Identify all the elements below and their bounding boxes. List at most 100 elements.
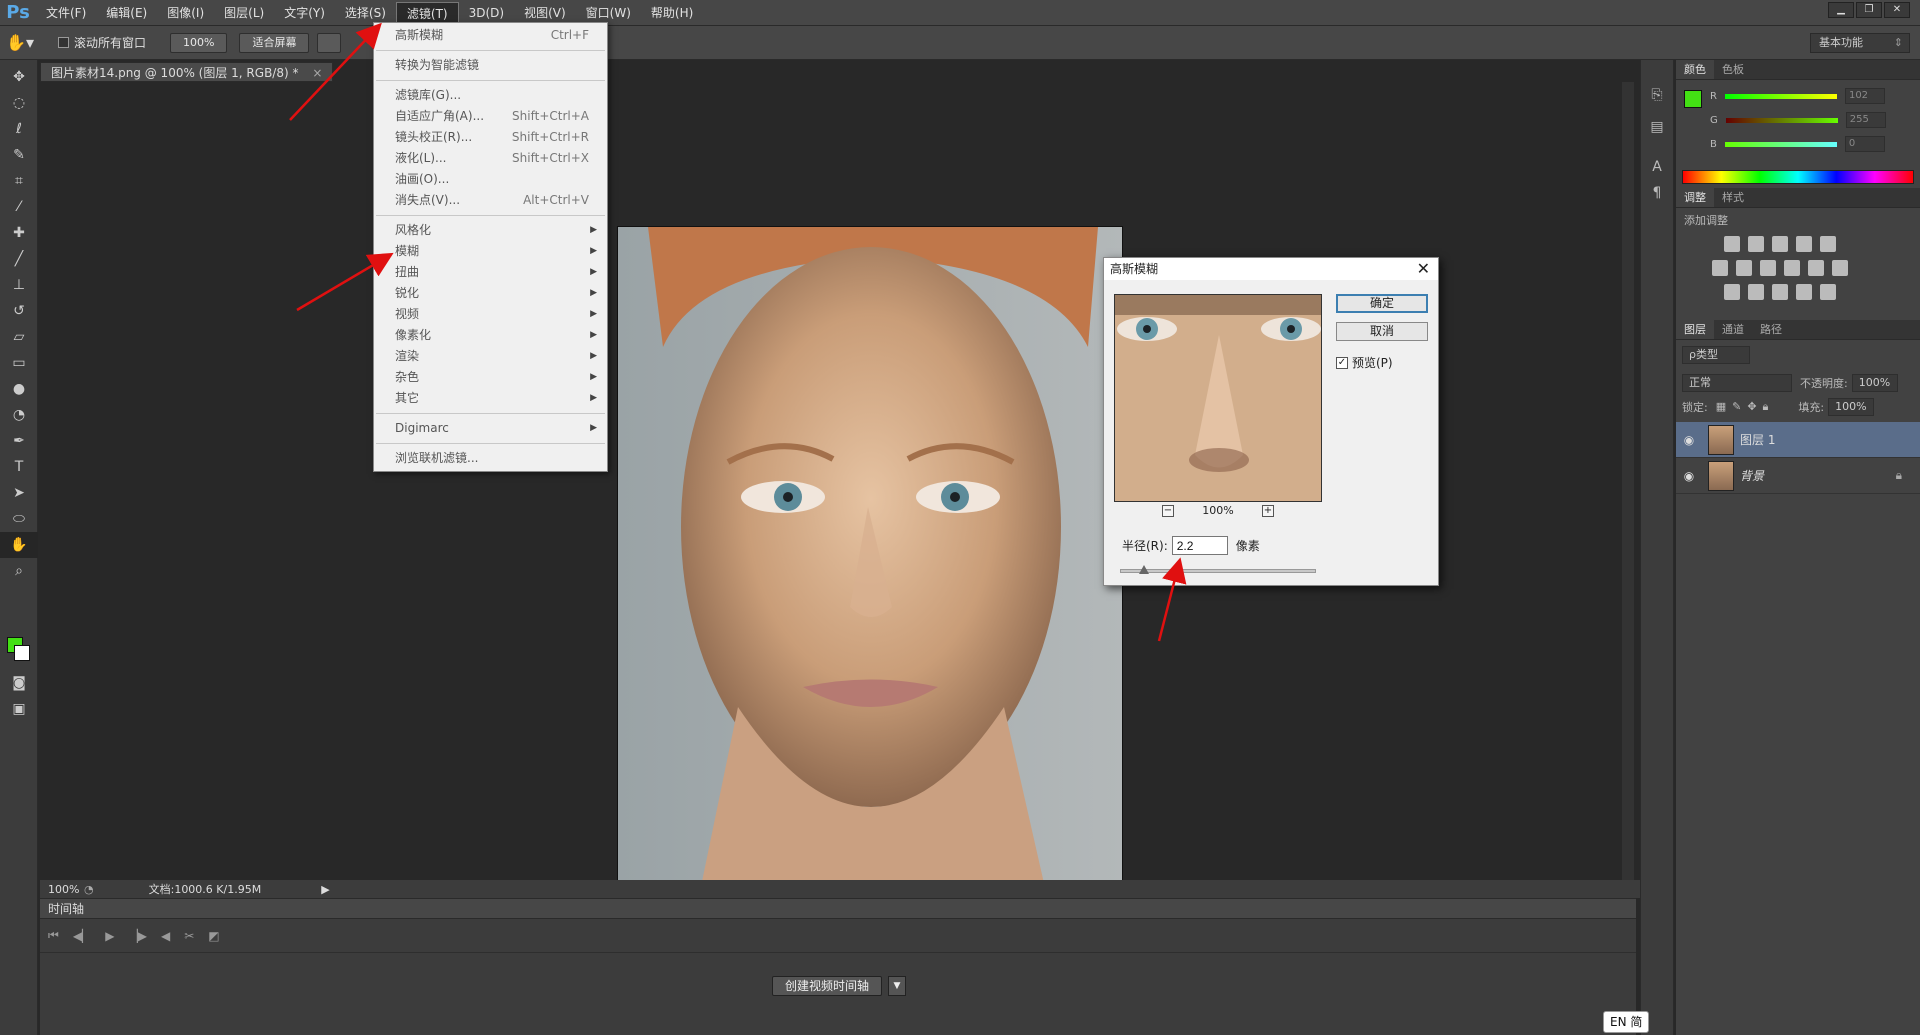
menu-3d[interactable]: 3D(D) <box>459 2 514 24</box>
dialog-titlebar[interactable]: 高斯模糊 ✕ <box>1104 258 1438 280</box>
zoom-out-icon[interactable]: − <box>1162 504 1174 517</box>
eyedropper-tool-icon[interactable]: ⁄ <box>0 194 38 220</box>
status-menu-arrow-icon[interactable]: ▶ <box>321 883 329 896</box>
healing-brush-tool-icon[interactable]: ✚ <box>0 220 38 246</box>
menu-help[interactable]: 帮助(H) <box>641 2 703 24</box>
red-slider[interactable] <box>1724 93 1837 99</box>
scroll-all-windows-checkbox[interactable]: 滚动所有窗口 <box>58 34 146 51</box>
curves-icon[interactable] <box>1772 236 1788 252</box>
tab-color[interactable]: 颜色 <box>1676 60 1714 79</box>
close-icon[interactable]: ✕ <box>1884 2 1910 18</box>
screen-mode-icon[interactable]: ▣ <box>0 696 38 722</box>
filter-menu-item[interactable]: 消失点(V)... Alt+Ctrl+V <box>374 190 607 211</box>
character-icon[interactable]: A <box>1641 154 1673 180</box>
filter-menu-item[interactable]: 视频 ▶ <box>374 304 607 325</box>
check-icon[interactable]: ✓ <box>1336 356 1348 369</box>
red-value[interactable]: 102 <box>1844 88 1885 104</box>
next-frame-icon[interactable]: ▕▶ <box>129 929 147 943</box>
quick-select-tool-icon[interactable]: ✎ <box>0 142 38 168</box>
hand-tool-icon[interactable]: ✋▾ <box>0 33 40 52</box>
brightness-icon[interactable] <box>1724 236 1740 252</box>
first-frame-icon[interactable]: ⏮ <box>48 928 59 943</box>
blur-preview[interactable] <box>1114 294 1322 502</box>
radius-input[interactable] <box>1171 536 1228 555</box>
posterize-icon[interactable] <box>1748 284 1764 300</box>
filter-menu-item[interactable]: 杂色 ▶ <box>374 367 607 388</box>
play-icon[interactable]: ▶ <box>105 929 114 943</box>
filter-menu-item[interactable]: 其它 ▶ <box>374 388 607 409</box>
close-icon[interactable]: ✕ <box>1417 258 1430 280</box>
document-tab[interactable]: 图片素材14.png @ 100% (图层 1, RGB/8) * × <box>40 62 334 82</box>
menu-image[interactable]: 图像(I) <box>157 2 214 24</box>
channel-mixer-icon[interactable] <box>1808 260 1824 276</box>
quick-mask-icon[interactable]: ◙ <box>0 670 38 696</box>
tab-layers[interactable]: 图层 <box>1676 320 1714 339</box>
layer-row[interactable]: ◉ 图层 1 <box>1676 422 1920 458</box>
blue-slider[interactable] <box>1724 141 1837 147</box>
filter-menu-item[interactable]: 自适应广角(A)... Shift+Ctrl+A <box>374 106 607 127</box>
color-spectrum[interactable] <box>1682 170 1914 184</box>
tab-paths[interactable]: 路径 <box>1752 320 1790 339</box>
radius-slider[interactable] <box>1120 565 1316 574</box>
invert-icon[interactable] <box>1724 284 1740 300</box>
menu-filter[interactable]: 滤镜(T) <box>395 1 459 24</box>
brush-tool-icon[interactable]: ╱ <box>0 246 38 272</box>
filter-menu-item[interactable]: Digimarc ▶ <box>374 418 607 439</box>
vertical-scrollbar[interactable] <box>1622 82 1634 880</box>
color-lookup-icon[interactable] <box>1832 260 1848 276</box>
menu-type[interactable]: 文字(Y) <box>274 2 335 24</box>
photo-filter-icon[interactable] <box>1784 260 1800 276</box>
black-white-icon[interactable] <box>1760 260 1776 276</box>
eye-icon[interactable]: ◉ <box>1676 433 1702 447</box>
fill-input[interactable]: 100% <box>1828 398 1875 416</box>
zoom-tool-icon[interactable]: ⌕ <box>0 558 38 584</box>
hue-saturation-icon[interactable] <box>1712 260 1728 276</box>
radius-slider-thumb[interactable] <box>1139 565 1149 574</box>
shape-tool-icon[interactable]: ⬭ <box>0 506 38 532</box>
preview-checkbox[interactable]: ✓ 预览(P) <box>1336 354 1393 371</box>
restore-icon[interactable]: ❐ <box>1856 2 1882 18</box>
filter-menu-item[interactable]: 镜头校正(R)... Shift+Ctrl+R <box>374 127 607 148</box>
layer-name[interactable]: 背景 <box>1740 467 1764 484</box>
type-tool-icon[interactable]: T <box>0 454 38 480</box>
tab-adjustments[interactable]: 调整 <box>1676 188 1714 207</box>
exposure-icon[interactable] <box>1796 236 1812 252</box>
menu-select[interactable]: 选择(S) <box>335 2 396 24</box>
filter-menu-item[interactable]: 液化(L)... Shift+Ctrl+X <box>374 148 607 169</box>
tab-channels[interactable]: 通道 <box>1714 320 1752 339</box>
gradient-tool-icon[interactable]: ▭ <box>0 350 38 376</box>
chevron-down-icon[interactable]: ▼ <box>888 976 906 996</box>
filter-menu-item[interactable]: 渲染 ▶ <box>374 346 607 367</box>
blur-tool-icon[interactable]: ● <box>0 376 38 402</box>
lasso-tool-icon[interactable]: ℓ <box>0 116 38 142</box>
color-balance-icon[interactable] <box>1736 260 1752 276</box>
filter-menu-item[interactable]: 风格化 ▶ <box>374 220 607 241</box>
layer-row[interactable]: ◉ 背景 🔒︎ <box>1676 458 1920 494</box>
transition-icon[interactable]: ◩ <box>208 929 219 943</box>
history-icon[interactable]: ⎘ <box>1641 82 1673 108</box>
filter-menu-item[interactable]: 像素化 ▶ <box>374 325 607 346</box>
menu-edit[interactable]: 编辑(E) <box>96 2 157 24</box>
filter-menu-item[interactable]: 锐化 ▶ <box>374 283 607 304</box>
audio-icon[interactable]: ◀ <box>161 929 170 943</box>
background-color-swatch[interactable] <box>14 645 30 661</box>
ok-button[interactable]: 确定 <box>1336 294 1428 313</box>
zoom-in-icon[interactable]: + <box>1261 504 1274 517</box>
fill-screen-button[interactable] <box>317 32 342 53</box>
tab-styles[interactable]: 样式 <box>1714 188 1752 207</box>
filter-menu-item[interactable]: 高斯模糊 Ctrl+F <box>374 25 607 46</box>
gradient-map-icon[interactable] <box>1820 284 1836 300</box>
actions-icon[interactable]: ▤ <box>1641 114 1673 140</box>
hand-tool-icon[interactable]: ✋ <box>0 532 38 558</box>
menu-window[interactable]: 窗口(W) <box>576 2 641 24</box>
filter-menu-item[interactable]: 模糊 ▶ <box>374 241 607 262</box>
dodge-tool-icon[interactable]: ◔ <box>0 402 38 428</box>
zoom-100-button[interactable]: 100% <box>170 32 228 53</box>
checkbox-box[interactable] <box>58 37 69 48</box>
layer-name[interactable]: 图层 1 <box>1740 431 1775 448</box>
blend-mode-select[interactable]: 正常 <box>1682 374 1792 392</box>
filter-menu-item[interactable]: 浏览联机滤镜... <box>374 448 607 469</box>
status-refresh-icon[interactable]: ◔ <box>84 883 94 896</box>
move-tool-icon[interactable]: ✥ <box>0 64 38 90</box>
levels-icon[interactable] <box>1748 236 1764 252</box>
